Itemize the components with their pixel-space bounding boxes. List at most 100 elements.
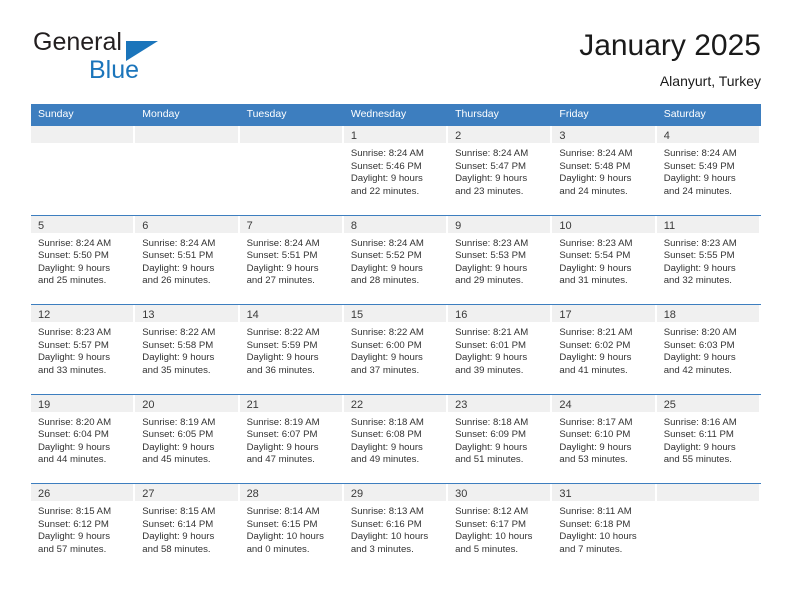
sunset-text: Sunset: 5:48 PM — [559, 160, 631, 172]
day-number-band: 10 — [552, 215, 657, 233]
day-cell[interactable]: 2 Sunrise: 8:24 AM Sunset: 5:47 PM Dayli… — [448, 126, 553, 215]
daylight-text-line2: and 24 minutes. — [663, 185, 732, 197]
sunrise-text: Sunrise: 8:13 AM — [350, 506, 424, 517]
day-cell[interactable]: 8 Sunrise: 8:24 AM Sunset: 5:52 PM Dayli… — [343, 215, 449, 304]
sunrise-text: Sunrise: 8:22 AM — [350, 327, 424, 338]
day-details: Sunrise: 8:16 AM Sunset: 6:11 PM Dayligh… — [657, 412, 761, 467]
day-cell[interactable]: 18 Sunrise: 8:20 AM Sunset: 6:03 PM Dayl… — [656, 305, 761, 394]
week-row: 26 Sunrise: 8:15 AM Sunset: 6:12 PM Dayl… — [31, 483, 761, 573]
sunset-text: Sunset: 6:04 PM — [38, 429, 109, 441]
day-cell[interactable]: 22 Sunrise: 8:18 AM Sunset: 6:08 PM Dayl… — [343, 394, 449, 483]
day-cell[interactable]: 6 Sunrise: 8:24 AM Sunset: 5:51 PM Dayli… — [135, 215, 240, 304]
sunset-text: Sunset: 5:53 PM — [455, 250, 527, 262]
day-number: 15 — [350, 309, 364, 321]
day-cell[interactable]: 25 Sunrise: 8:16 AM Sunset: 6:11 PM Dayl… — [656, 394, 761, 483]
day-number: 21 — [246, 398, 259, 411]
week-row: 19 Sunrise: 8:20 AM Sunset: 6:04 PM Dayl… — [31, 393, 761, 483]
sunrise-text: Sunrise: 8:23 AM — [663, 237, 737, 249]
day-cell[interactable]: 13 Sunrise: 8:22 AM Sunset: 5:58 PM Dayl… — [135, 305, 240, 394]
daylight-text-line2: and 44 minutes. — [38, 454, 107, 466]
day-number: 12 — [38, 309, 51, 321]
day-number-band: 20 — [135, 394, 240, 412]
logo-text-blue: Blue — [89, 56, 140, 84]
day-number-band: 12 — [31, 305, 136, 322]
day-number-band: 5 — [31, 215, 136, 233]
daylight-text-line1: Daylight: 9 hours — [38, 262, 110, 274]
day-cell[interactable]: 5 Sunrise: 8:24 AM Sunset: 5:50 PM Dayli… — [31, 215, 136, 304]
day-number: 10 — [559, 219, 572, 232]
sunrise-text: Sunrise: 8:21 AM — [559, 327, 633, 338]
day-cell[interactable]: 9 Sunrise: 8:23 AM Sunset: 5:53 PM Dayli… — [448, 215, 553, 304]
day-cell[interactable]: 1 Sunrise: 8:24 AM Sunset: 5:46 PM Dayli… — [343, 126, 449, 215]
day-number: 13 — [142, 309, 155, 321]
day-number-band: 14 — [239, 305, 344, 322]
day-number-band: 19 — [31, 394, 136, 412]
sunrise-text: Sunrise: 8:24 AM — [350, 148, 424, 159]
day-details: Sunrise: 8:23 AM Sunset: 5:55 PM Dayligh… — [657, 233, 761, 288]
day-cell[interactable]: 30 Sunrise: 8:12 AM Sunset: 6:17 PM Dayl… — [448, 484, 553, 573]
daylight-text-line1: Daylight: 9 hours — [663, 441, 736, 453]
day-details: Sunrise: 8:12 AM Sunset: 6:17 PM Dayligh… — [448, 501, 552, 556]
day-details: Sunrise: 8:24 AM Sunset: 5:48 PM Dayligh… — [552, 143, 656, 198]
day-cell[interactable]: 14 Sunrise: 8:22 AM Sunset: 5:59 PM Dayl… — [239, 305, 344, 394]
day-cell[interactable]: 11 Sunrise: 8:23 AM Sunset: 5:55 PM Dayl… — [656, 215, 761, 304]
day-cell[interactable]: 29 Sunrise: 8:13 AM Sunset: 6:16 PM Dayl… — [343, 484, 449, 573]
day-cell[interactable]: 12 Sunrise: 8:23 AM Sunset: 5:57 PM Dayl… — [31, 305, 136, 394]
day-number: 9 — [455, 219, 462, 232]
day-number: 23 — [455, 398, 468, 411]
daylight-text-line2: and 42 minutes. — [663, 364, 732, 376]
daylight-text-line1: Daylight: 9 hours — [142, 531, 215, 543]
day-cell[interactable]: 20 Sunrise: 8:19 AM Sunset: 6:05 PM Dayl… — [135, 394, 240, 483]
weekday-sunday: Sunday — [38, 108, 74, 120]
day-details — [135, 143, 239, 148]
day-cell[interactable]: 10 Sunrise: 8:23 AM Sunset: 5:54 PM Dayl… — [552, 215, 657, 304]
day-number: 2 — [455, 130, 462, 142]
day-cell[interactable]: 7 Sunrise: 8:24 AM Sunset: 5:51 PM Dayli… — [239, 215, 344, 304]
day-cell[interactable]: 28 Sunrise: 8:14 AM Sunset: 6:15 PM Dayl… — [239, 484, 344, 573]
daylight-text-line1: Daylight: 9 hours — [455, 262, 528, 274]
daylight-text-line1: Daylight: 9 hours — [142, 352, 215, 364]
day-cell[interactable] — [239, 126, 344, 215]
generalblue-logo: General Blue — [31, 28, 251, 88]
daylight-text-line1: Daylight: 9 hours — [142, 441, 215, 453]
day-cell[interactable]: 24 Sunrise: 8:17 AM Sunset: 6:10 PM Dayl… — [552, 394, 657, 483]
day-details: Sunrise: 8:19 AM Sunset: 6:07 PM Dayligh… — [240, 412, 344, 467]
day-cell[interactable]: 27 Sunrise: 8:15 AM Sunset: 6:14 PM Dayl… — [135, 484, 240, 573]
day-details: Sunrise: 8:23 AM Sunset: 5:57 PM Dayligh… — [31, 322, 135, 377]
day-cell[interactable]: 15 Sunrise: 8:22 AM Sunset: 6:00 PM Dayl… — [343, 305, 449, 394]
daylight-text-line2: and 3 minutes. — [350, 543, 414, 555]
sunset-text: Sunset: 6:09 PM — [455, 429, 527, 441]
day-details: Sunrise: 8:24 AM Sunset: 5:52 PM Dayligh… — [344, 233, 448, 288]
sunset-text: Sunset: 6:01 PM — [455, 339, 527, 351]
day-details: Sunrise: 8:24 AM Sunset: 5:51 PM Dayligh… — [240, 233, 344, 288]
day-cell[interactable] — [656, 484, 761, 573]
day-cell[interactable] — [135, 126, 240, 215]
day-cell[interactable]: 4 Sunrise: 8:24 AM Sunset: 5:49 PM Dayli… — [656, 126, 761, 215]
sunset-text: Sunset: 5:58 PM — [142, 339, 214, 351]
day-cell[interactable]: 21 Sunrise: 8:19 AM Sunset: 6:07 PM Dayl… — [239, 394, 344, 483]
day-cell[interactable]: 17 Sunrise: 8:21 AM Sunset: 6:02 PM Dayl… — [552, 305, 657, 394]
day-cell[interactable]: 31 Sunrise: 8:11 AM Sunset: 6:18 PM Dayl… — [552, 484, 657, 573]
day-cell[interactable] — [31, 126, 136, 215]
daylight-text-line1: Daylight: 10 hours — [455, 531, 533, 543]
day-details: Sunrise: 8:18 AM Sunset: 6:09 PM Dayligh… — [448, 412, 552, 467]
day-cell[interactable]: 3 Sunrise: 8:24 AM Sunset: 5:48 PM Dayli… — [552, 126, 657, 215]
day-cell[interactable]: 23 Sunrise: 8:18 AM Sunset: 6:09 PM Dayl… — [448, 394, 553, 483]
title-block: January 2025 Alanyurt, Turkey — [579, 28, 761, 91]
day-cell[interactable]: 19 Sunrise: 8:20 AM Sunset: 6:04 PM Dayl… — [31, 394, 136, 483]
daylight-text-line1: Daylight: 9 hours — [246, 352, 319, 364]
day-number: 30 — [455, 488, 468, 500]
daylight-text-line2: and 35 minutes. — [142, 364, 211, 376]
sunrise-text: Sunrise: 8:22 AM — [142, 327, 216, 338]
week-row: 1 Sunrise: 8:24 AM Sunset: 5:46 PM Dayli… — [31, 125, 761, 215]
day-cell[interactable]: 16 Sunrise: 8:21 AM Sunset: 6:01 PM Dayl… — [448, 305, 553, 394]
day-number-band: 27 — [135, 484, 240, 501]
daylight-text-line2: and 55 minutes. — [663, 454, 732, 466]
day-number-band: 29 — [343, 484, 449, 501]
day-cell[interactable]: 26 Sunrise: 8:15 AM Sunset: 6:12 PM Dayl… — [31, 484, 136, 573]
sunset-text: Sunset: 6:11 PM — [663, 429, 734, 441]
daylight-text-line2: and 32 minutes. — [663, 275, 732, 287]
day-number — [31, 130, 38, 142]
day-number: 17 — [559, 309, 572, 321]
sunset-text: Sunset: 5:51 PM — [142, 250, 214, 262]
